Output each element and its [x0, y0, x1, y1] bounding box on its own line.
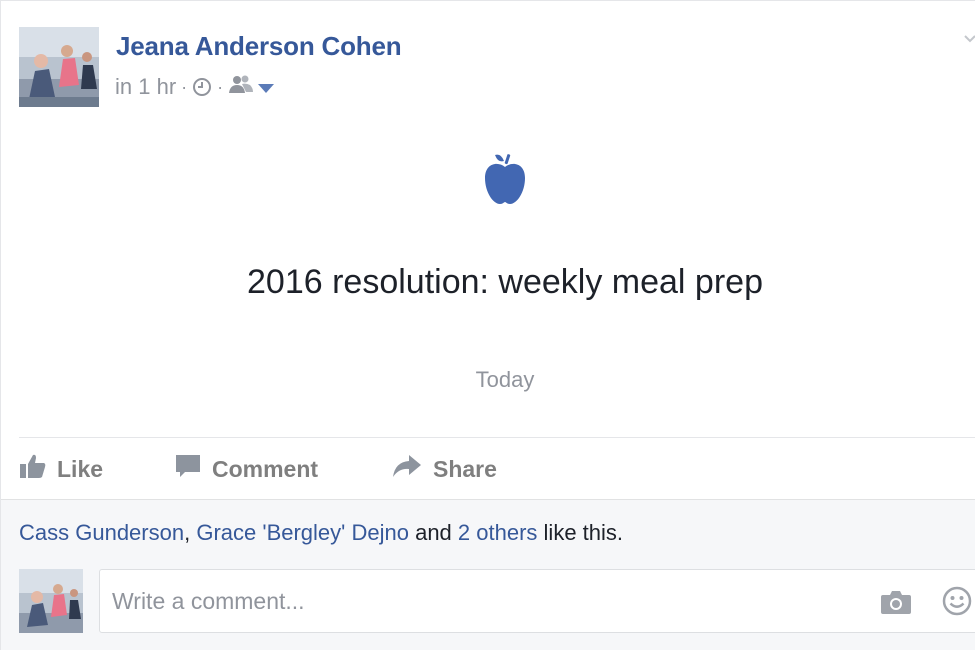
comment-button[interactable]: Comment	[174, 453, 391, 485]
others-link[interactable]: 2 others	[458, 520, 538, 545]
meta-separator: ·	[181, 76, 188, 97]
camera-icon[interactable]	[880, 588, 912, 616]
share-label: Share	[433, 455, 497, 482]
comment-input[interactable]	[100, 570, 860, 632]
life-event-title: 2016 resolution: weekly meal prep	[247, 263, 763, 301]
liker-link-1[interactable]: Cass Gunderson	[19, 520, 184, 545]
comment-composer	[99, 569, 975, 633]
commenter-avatar[interactable]	[19, 569, 83, 633]
apple-icon	[481, 151, 529, 207]
likes-suffix: like this.	[543, 520, 624, 545]
life-event-date: Today	[475, 367, 535, 392]
actions-divider	[19, 437, 975, 438]
audience-selector[interactable]	[228, 74, 275, 100]
action-bar: Like Comment Share	[19, 447, 497, 491]
likes-sentence: Cass Gunderson, Grace 'Bergley' Dejno an…	[19, 520, 623, 546]
friends-audience-icon	[228, 74, 254, 100]
likes-comma: ,	[184, 520, 191, 545]
like-label: Like	[57, 455, 104, 482]
clock-icon	[192, 77, 212, 97]
like-button[interactable]: Like	[19, 453, 174, 485]
share-button[interactable]: Share	[391, 453, 497, 485]
caret-down-icon	[258, 74, 275, 100]
emoji-smiley-icon[interactable]	[942, 586, 972, 616]
liker-link-2[interactable]: Grace 'Bergley' Dejno	[196, 520, 409, 545]
comment-bubble-icon	[174, 453, 212, 485]
post-meta: in 1 hr · ·	[115, 73, 275, 101]
post-card: Jeana Anderson Cohen in 1 hr · · 2016 re…	[0, 0, 975, 650]
author-name[interactable]: Jeana Anderson Cohen	[116, 31, 402, 62]
likes-and: and	[415, 520, 452, 545]
meta-separator-2: ·	[217, 76, 224, 97]
post-options-chevron-icon[interactable]	[963, 31, 975, 45]
thumbs-up-icon	[19, 453, 57, 485]
author-avatar[interactable]	[19, 27, 99, 107]
share-arrow-icon	[391, 453, 433, 485]
comment-label: Comment	[212, 455, 319, 482]
feedback-section: Cass Gunderson, Grace 'Bergley' Dejno an…	[1, 499, 975, 650]
post-time[interactable]: in 1 hr	[115, 74, 176, 100]
